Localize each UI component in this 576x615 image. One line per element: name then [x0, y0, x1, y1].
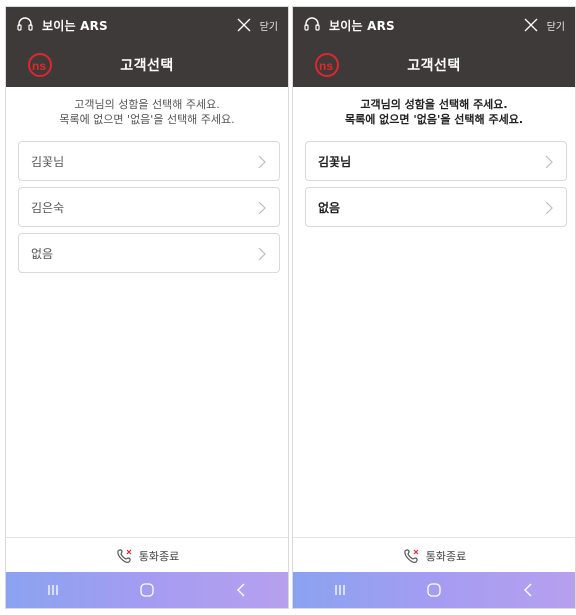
instruction-line-1: 고객님의 성함을 선택해 주세요. — [360, 98, 508, 111]
phone-screen-right: 보이는 ARS 닫기 ns 고객선택 고객님의 성함을 선택해 주세요. 목록에… — [292, 6, 576, 609]
close-button[interactable]: 닫기 — [236, 17, 278, 33]
close-label: 닫기 — [259, 21, 278, 33]
recent-apps-button[interactable] — [320, 578, 360, 602]
end-call-label: 통화종료 — [138, 549, 180, 563]
phone-screen-left: 보이는 ARS 닫기 ns 고객선택 고객님의 성함을 선택해 주세요. 목록에… — [5, 6, 289, 609]
nav-bar: ns 고객선택 — [293, 43, 575, 87]
customer-option-none[interactable]: 없음 — [305, 187, 567, 227]
instruction-line-2: 목록에 없으면 '없음'을 선택해 주세요. — [344, 113, 524, 126]
home-button[interactable] — [127, 578, 167, 602]
end-call-button[interactable]: 통화종료 — [293, 537, 575, 573]
chevron-right-icon — [257, 246, 267, 261]
customer-option-label: 김꽃님 — [318, 154, 352, 169]
recent-apps-icon — [335, 585, 345, 595]
home-icon — [140, 583, 154, 597]
instruction-text: 고객님의 성함을 선택해 주세요. 목록에 없으면 '없음'을 선택해 주세요. — [293, 97, 575, 127]
headset-icon — [16, 16, 34, 34]
phone-hangup-icon — [115, 548, 133, 564]
chevron-right-icon — [257, 200, 267, 215]
customer-option[interactable]: 김꽃님 — [305, 141, 567, 181]
back-icon — [237, 583, 245, 597]
back-button[interactable] — [508, 578, 548, 602]
close-label: 닫기 — [546, 21, 565, 33]
close-button[interactable]: 닫기 — [523, 17, 565, 33]
customer-option-label: 없음 — [318, 200, 341, 215]
home-icon — [427, 583, 441, 597]
svg-text:ns: ns — [32, 59, 46, 73]
back-button[interactable] — [221, 578, 261, 602]
customer-option-label: 김꽃님 — [31, 154, 65, 169]
customer-option-none[interactable]: 없음 — [18, 233, 280, 273]
system-nav-bar — [293, 572, 575, 608]
customer-option[interactable]: 김은숙 — [18, 187, 280, 227]
instruction-line-1: 고객님의 성함을 선택해 주세요. — [74, 98, 220, 111]
page-title: 고객선택 — [120, 58, 174, 74]
chevron-right-icon — [257, 154, 267, 169]
phone-hangup-icon — [402, 548, 420, 564]
customer-option-list: 김꽃님 김은숙 없음 — [18, 141, 280, 279]
end-call-button[interactable]: 통화종료 — [6, 537, 288, 573]
ars-bar: 보이는 ARS 닫기 — [6, 7, 288, 43]
ars-bar: 보이는 ARS 닫기 — [293, 7, 575, 43]
ns-logo: ns — [26, 52, 54, 78]
customer-option-label: 김은숙 — [31, 200, 65, 215]
close-icon — [523, 17, 539, 33]
customer-option[interactable]: 김꽃님 — [18, 141, 280, 181]
system-nav-bar — [6, 572, 288, 608]
customer-option-label: 없음 — [31, 246, 54, 261]
end-call-label: 통화종료 — [425, 549, 467, 563]
home-button[interactable] — [414, 578, 454, 602]
nav-bar: ns 고객선택 — [6, 43, 288, 87]
ars-title: 보이는 ARS — [329, 18, 395, 33]
recent-apps-icon — [48, 585, 58, 595]
instruction-text: 고객님의 성함을 선택해 주세요. 목록에 없으면 '없음'을 선택해 주세요. — [6, 97, 288, 127]
chevron-right-icon — [544, 200, 554, 215]
instruction-line-2: 목록에 없으면 '없음'을 선택해 주세요. — [59, 113, 235, 126]
recent-apps-button[interactable] — [33, 578, 73, 602]
ars-title: 보이는 ARS — [42, 18, 108, 33]
svg-text:ns: ns — [319, 59, 333, 73]
chevron-right-icon — [544, 154, 554, 169]
ns-logo: ns — [313, 52, 341, 78]
close-icon — [236, 17, 252, 33]
back-icon — [524, 583, 532, 597]
page-title: 고객선택 — [407, 58, 461, 74]
customer-option-list: 김꽃님 없음 — [305, 141, 567, 233]
headset-icon — [303, 16, 321, 34]
